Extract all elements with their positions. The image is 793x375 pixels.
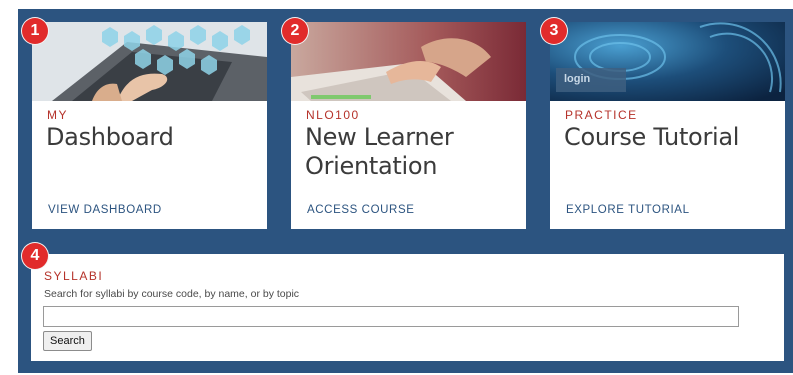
tutorial-card[interactable]: login PRACTICE Course Tutorial EXPLORE T… <box>550 22 785 229</box>
search-button[interactable]: Search <box>43 331 92 351</box>
card-eyebrow: PRACTICE <box>565 108 638 122</box>
syllabi-search-panel: SYLLABI Search for syllabi by course cod… <box>31 254 784 361</box>
step-badge-4: 4 <box>22 243 48 269</box>
card-title: Dashboard <box>46 123 174 151</box>
card-title: New Learner Orientation <box>305 123 454 180</box>
step-badge-2: 2 <box>282 18 308 44</box>
card-title: Course Tutorial <box>564 123 740 151</box>
orientation-card[interactable]: NLO100 New Learner Orientation ACCESS CO… <box>291 22 526 229</box>
explore-tutorial-link[interactable]: EXPLORE TUTORIAL <box>566 204 690 216</box>
syllabi-search-input[interactable] <box>43 306 739 327</box>
access-course-link[interactable]: ACCESS COURSE <box>307 204 415 216</box>
dashboard-card-image <box>32 22 267 101</box>
card-eyebrow: MY <box>47 108 68 122</box>
dashboard-card[interactable]: MY Dashboard VIEW DASHBOARD <box>32 22 267 229</box>
login-image-text: login <box>564 73 591 85</box>
syllabi-heading: SYLLABI <box>44 269 104 283</box>
view-dashboard-link[interactable]: VIEW DASHBOARD <box>48 204 162 216</box>
step-badge-3: 3 <box>541 18 567 44</box>
syllabi-description: Search for syllabi by course code, by na… <box>44 288 300 300</box>
card-eyebrow: NLO100 <box>306 108 360 122</box>
tutorial-card-image: login <box>550 22 785 101</box>
orientation-card-image <box>291 22 526 101</box>
step-badge-1: 1 <box>22 18 48 44</box>
